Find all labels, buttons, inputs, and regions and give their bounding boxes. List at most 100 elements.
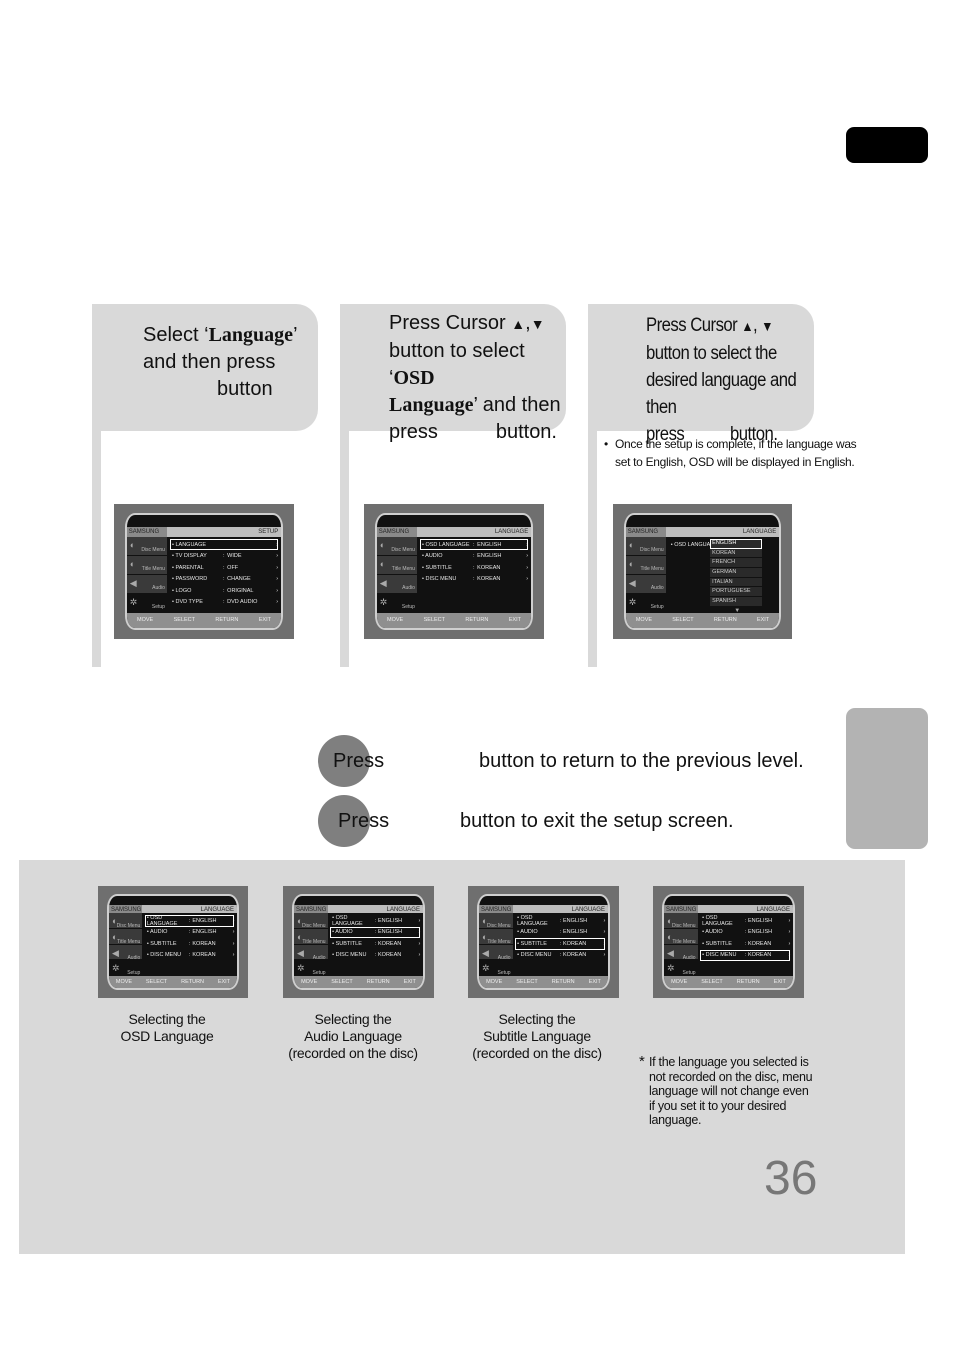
menu-row[interactable]: • OSD LANGUAGE: ENGLISH › (420, 538, 529, 551)
step-2-line (340, 431, 349, 667)
language-menu: • OSD LANGUAGE: ENGLISH › • AUDIO: ENGLISH ›… (700, 915, 791, 962)
sidebar-disc-menu: Disc Menu (640, 546, 664, 553)
setup-gear-icon: ✲ (129, 596, 138, 607)
language-dropdown[interactable]: ENGLISH KOREAN FRENCH GERMAN ITALIAN POR… (710, 538, 763, 617)
dropdown-option[interactable]: SPANISH (710, 597, 763, 607)
sidebar-setup: Setup (401, 603, 415, 610)
osd-footer: MOVE SELECT RETURN EXIT (376, 613, 532, 628)
audio-icon: ◀ (297, 947, 304, 958)
audio-icon: ◀ (482, 947, 489, 958)
footer-return: RETURN (713, 617, 737, 624)
menu-row[interactable]: • DVD TYPE: DVD AUDIO › (170, 596, 278, 608)
menu-row[interactable]: • AUDIO: ENGLISH › (145, 927, 235, 939)
osd-screen-disc-menu-language: SAMSUNG LANGUAGE ◐ Disc Menu ◐ Title Menu ◀… (653, 886, 804, 998)
setup-gear-icon: ✲ (297, 963, 305, 974)
setup-gear-icon: ✲ (379, 596, 388, 607)
menu-row[interactable]: • LANGUAGE › (170, 538, 279, 551)
menu-row[interactable]: • TV DISPLAY: WIDE › (170, 550, 278, 562)
note-line2: set to English, OSD will be displayed in… (615, 455, 855, 469)
footer-select: SELECT (173, 617, 196, 624)
disc-menu-icon: ◐ (297, 916, 303, 927)
screen-title: LANGUAGE (386, 907, 420, 914)
footer-exit: EXIT (508, 617, 521, 624)
sidebar-title-menu: Title Menu (640, 565, 664, 572)
step-3-line1: Press Cursor (646, 315, 738, 336)
footer-exit: EXIT (756, 617, 770, 624)
menu-row[interactable]: • OSD LANGUAGE: ENGLISH › (330, 915, 420, 927)
osd-screen-subtitle-language: SAMSUNG LANGUAGE ◐ Disc Menu ◐ Title Menu ◀… (468, 886, 619, 998)
dropdown-option[interactable]: PORTUGUESE (710, 587, 763, 598)
footer-move: MOVE (115, 979, 133, 986)
step-1-line2: and then press (143, 351, 276, 373)
press-label: Press (333, 750, 385, 772)
step-2-press: press (389, 421, 438, 443)
footer-select: SELECT (145, 979, 168, 986)
sidebar-audio: Audio (650, 584, 664, 591)
step-1-text: Select ‘Language’ and then press button (143, 322, 318, 403)
menu-row[interactable]: • SUBTITLE: KOREAN › (515, 938, 606, 950)
menu-row[interactable]: • DISC MENU: KOREAN › (700, 949, 791, 962)
menu-row[interactable]: • PARENTAL: OFF › (170, 562, 278, 574)
menu-row[interactable]: • OSD LANGUAGE: ENGLISH › (700, 915, 790, 927)
sidebar-setup: Setup (151, 603, 165, 610)
menu-row[interactable]: • DISC MENU: KOREAN › (420, 573, 528, 585)
chapter-tab (846, 127, 928, 163)
menu-row[interactable]: • SUBTITLE: KOREAN › (420, 562, 528, 574)
dropdown-option[interactable]: GERMAN (710, 568, 763, 578)
title-menu-icon: ◐ (379, 558, 386, 569)
footer-return: RETURN (551, 979, 575, 986)
exit-instruction: button to exit the setup screen. (460, 810, 734, 832)
step-1-language-term: Language (208, 324, 294, 346)
step-2-button: button. (495, 421, 557, 443)
audio-icon: ◀ (129, 577, 137, 588)
step-2-text: Press Cursor ▲,▼ button to select ‘OSD L… (389, 310, 564, 446)
dropdown-option[interactable]: ITALIAN (710, 577, 763, 588)
osd-footer: MOVE SELECT RETURN EXIT (126, 613, 282, 628)
menu-row[interactable]: • AUDIO: ENGLISH › (330, 926, 421, 939)
screen-title: LANGUAGE (571, 907, 605, 914)
footer-select: SELECT (423, 617, 446, 624)
menu-row[interactable]: • OSD LANGUAGE: ENGLISH › (144, 915, 235, 927)
dropdown-option[interactable]: FRENCH (710, 558, 763, 569)
disc-menu-icon: ◐ (628, 539, 635, 550)
sidebar-audio: Audio (402, 584, 415, 591)
menu-row[interactable]: • OSD LANGUAGE: ENGLISH › (515, 915, 605, 927)
osd-footer: MOVE SELECT RETURN EXIT (664, 976, 793, 989)
footer-move: MOVE (387, 617, 404, 624)
footer-return: RETURN (181, 979, 205, 986)
footer-exit: EXIT (403, 979, 416, 986)
samsung-logo: SAMSUNG (294, 905, 328, 914)
language-menu: • OSD LANGUAGE: ENGLISH › • AUDIO: ENGLISH ›… (515, 915, 606, 962)
audio-icon: ◀ (379, 577, 387, 588)
language-menu: • OSD LANGUAGE: ENGLISH › • AUDIO: ENGLISH ›… (330, 915, 421, 962)
menu-row[interactable]: • DISC MENU: KOREAN › (145, 950, 235, 962)
samsung-logo: SAMSUNG (625, 526, 666, 537)
menu-row[interactable]: • DISC MENU: KOREAN › (330, 950, 420, 962)
dropdown-option[interactable]: ENGLISH (710, 538, 763, 549)
menu-row[interactable]: • DISC MENU: KOREAN › (515, 950, 605, 962)
footer-move: MOVE (671, 979, 688, 986)
footer-exit: EXIT (217, 979, 231, 986)
dropdown-option[interactable]: KOREAN (710, 548, 763, 559)
audio-icon: ◀ (628, 577, 636, 588)
title-menu-icon: ◐ (297, 932, 303, 943)
step-3-comma: , (753, 315, 758, 336)
footer-return: RETURN (215, 617, 239, 624)
sidebar-title-menu: Title Menu (141, 565, 165, 572)
menu-row[interactable]: • SUBTITLE: KOREAN › (330, 938, 420, 950)
menu-row[interactable]: • SUBTITLE: KOREAN › (700, 938, 790, 950)
screen-title: LANGUAGE (756, 907, 790, 914)
menu-row[interactable]: • PASSWORD: CHANGE › (170, 573, 278, 585)
note-line1: Once the setup is complete, if the langu… (615, 437, 857, 451)
menu-row[interactable]: • SUBTITLE: KOREAN › (145, 938, 235, 950)
footer-select: SELECT (516, 979, 538, 986)
sidebar-disc-menu: Disc Menu (391, 546, 415, 553)
menu-row[interactable]: • AUDIO: ENGLISH › (515, 927, 605, 939)
footer-return: RETURN (736, 979, 760, 986)
asterisk-icon: * (639, 1053, 645, 1070)
footer-move: MOVE (635, 617, 653, 624)
footer-exit: EXIT (773, 979, 786, 986)
menu-row[interactable]: • LOGO: ORIGINAL › (170, 585, 278, 597)
menu-row[interactable]: • AUDIO: ENGLISH › (700, 927, 790, 939)
menu-row[interactable]: • AUDIO: ENGLISH › (420, 550, 528, 562)
